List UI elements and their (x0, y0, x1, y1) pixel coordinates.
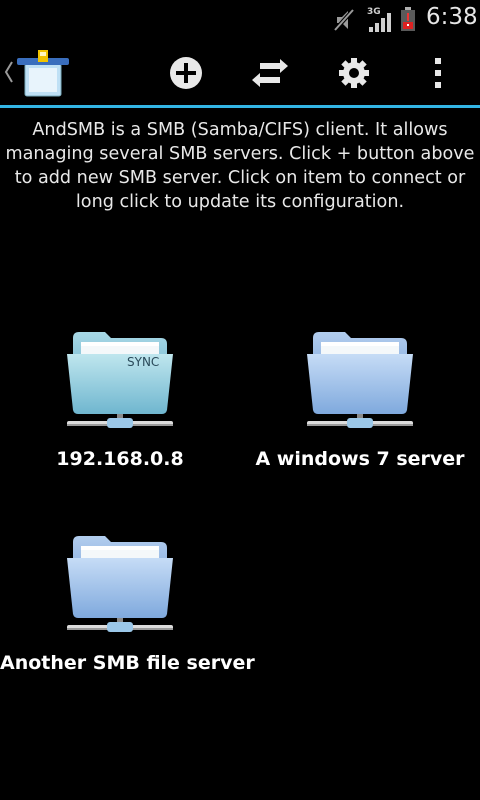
sync-badge: SYNC (127, 355, 159, 369)
clock: 6:38 (426, 4, 478, 30)
swap-icon[interactable] (250, 53, 290, 93)
network-folder-icon (67, 536, 173, 632)
network-type-label: 3G (367, 7, 381, 17)
server-label[interactable]: A windows 7 server (240, 448, 480, 470)
battery-alert-icon (401, 7, 415, 31)
network-folder-sync-icon: SYNC (67, 332, 173, 428)
app-description: AndSMB is a SMB (Samba/CIFS) client. It … (5, 120, 475, 212)
overflow-menu-icon[interactable] (418, 53, 458, 93)
add-server-button[interactable] (166, 53, 206, 93)
mute-icon (333, 8, 355, 32)
signal-icon: 3G (367, 7, 391, 32)
network-folder-icon (307, 332, 413, 428)
action-bar-divider (0, 105, 480, 108)
server-item[interactable]: SYNC 192.168.0.8 (0, 326, 240, 470)
server-label[interactable]: 192.168.0.8 (0, 448, 240, 470)
server-item[interactable]: Another SMB file server (0, 530, 255, 674)
settings-icon[interactable] (334, 53, 374, 93)
server-label[interactable]: Another SMB file server (0, 652, 255, 674)
status-bar: 3G 6:38 (0, 0, 480, 38)
up-caret-icon[interactable] (4, 60, 14, 84)
server-item[interactable]: A windows 7 server (240, 326, 480, 470)
action-bar (0, 38, 480, 105)
app-logo-icon[interactable] (15, 48, 71, 102)
